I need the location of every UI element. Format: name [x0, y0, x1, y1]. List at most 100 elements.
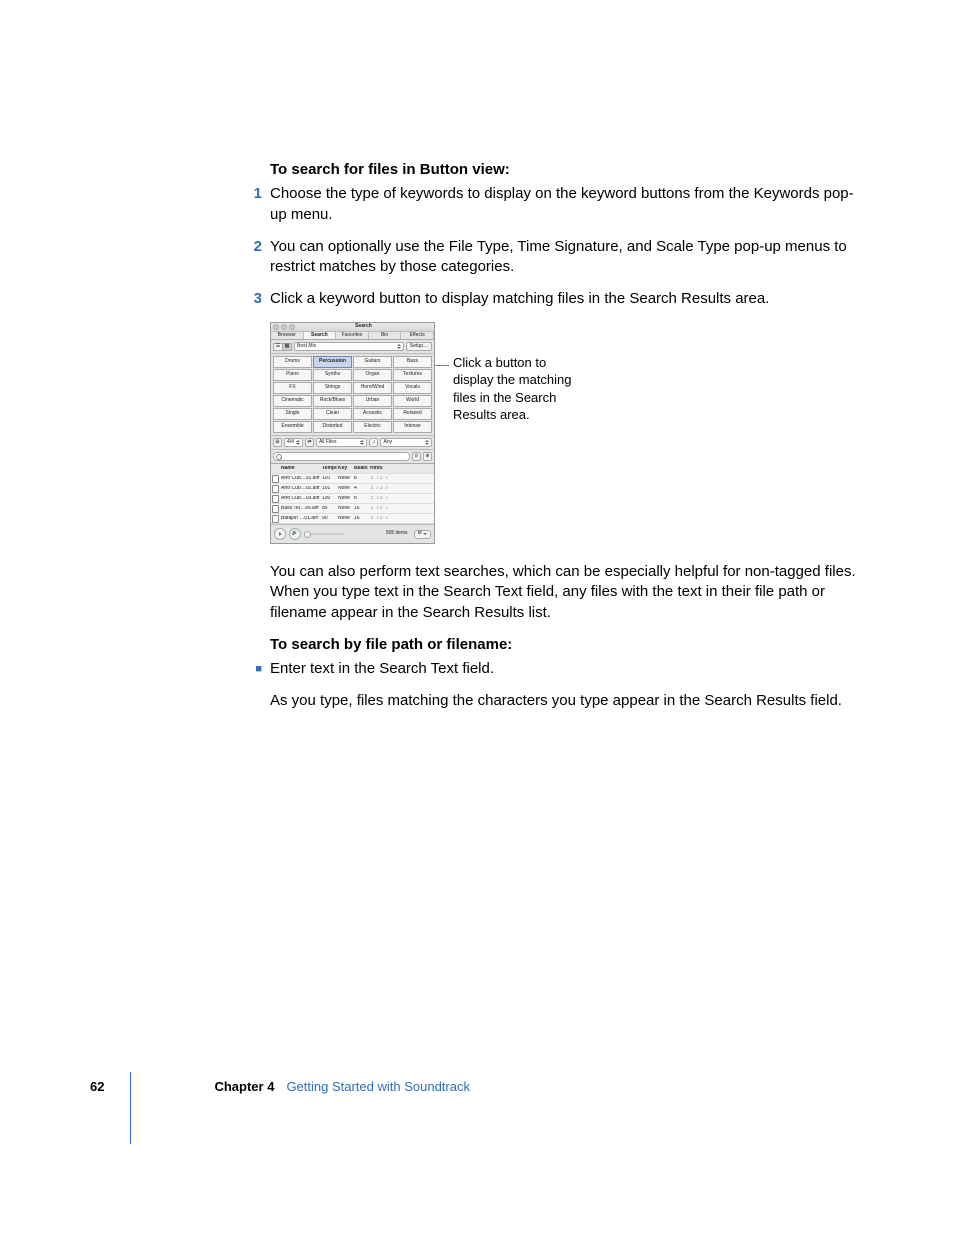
cell-key: None: [337, 486, 353, 492]
cell-key: None: [337, 506, 353, 512]
tab-row: Browser Search Favorites Bin Effects: [271, 332, 434, 341]
loop-button[interactable]: 🔊: [289, 528, 301, 540]
table-row[interactable]: Afro Cub…01.aiff110None8♫ ♪♫ ♪: [271, 474, 434, 484]
tab-favorites[interactable]: Favorites: [336, 332, 369, 340]
paragraph: You can also perform text searches, whic…: [270, 562, 858, 623]
cell-name: Afro Cub…03.aiff: [280, 496, 321, 502]
col-key[interactable]: Key: [337, 466, 353, 472]
keyword-button[interactable]: Rock/Blues: [313, 395, 352, 407]
setup-button[interactable]: Setup…: [406, 342, 432, 351]
paragraph: As you type, files matching the characte…: [270, 691, 858, 711]
step-text: Click a keyword button to display matchi…: [270, 289, 858, 309]
keyword-button[interactable]: Single: [273, 408, 312, 420]
figure-callout: Click a button to display the matching f…: [453, 354, 583, 424]
keyword-button[interactable]: Intense: [393, 421, 432, 433]
keyword-button[interactable]: Urban: [353, 395, 392, 407]
keyword-button[interactable]: Percussion: [313, 356, 352, 368]
table-row[interactable]: Afro Cub…02.aiff101None4♫ ♪♫ ♪: [271, 484, 434, 494]
keyword-button[interactable]: Piano: [273, 369, 312, 381]
table-row[interactable]: Afro Cub…03.aiff130None8♫ ♪♫ ♪: [271, 494, 434, 504]
scale-popup[interactable]: Any: [380, 438, 432, 447]
timesig-popup[interactable]: 4/4: [284, 438, 303, 447]
keyword-button[interactable]: Relaxed: [393, 408, 432, 420]
search-row: ⊙ ⊕: [271, 449, 434, 463]
cell-beats: 8: [353, 496, 369, 502]
tab-bin[interactable]: Bin: [369, 332, 402, 340]
cell-hints: ♫ ♪♫ ♪: [369, 486, 397, 492]
popup-updown-icon: [296, 440, 300, 445]
search-icon: [276, 454, 282, 460]
keywords-toolbar: ☰ ▦ Best Mix Setup…: [271, 340, 434, 354]
gear-icon: ⚙: [418, 531, 422, 537]
tab-browser[interactable]: Browser: [271, 332, 304, 340]
keyword-button[interactable]: Strings: [313, 382, 352, 394]
page-number: 62: [90, 1078, 104, 1096]
add-button[interactable]: ⊕: [423, 452, 432, 461]
col-tempo[interactable]: Tempo: [321, 466, 337, 472]
cell-tempo: 85: [321, 506, 337, 512]
keyword-button[interactable]: Distorted: [313, 421, 352, 433]
table-row[interactable]: Bass Ter…es.aiff85None16♫ ♪♫ ♪: [271, 504, 434, 514]
keyword-grid: DrumsPercussionGuitarsBass PianoSynthsOrg…: [271, 354, 434, 435]
file-icon: [271, 485, 280, 493]
file-icon: [271, 505, 280, 513]
popup-updown-icon: [360, 440, 364, 445]
col-beats[interactable]: Beats: [353, 466, 369, 472]
file-icon: [271, 495, 280, 503]
step-1: 1 Choose the type of keywords to display…: [270, 184, 858, 225]
step-text: Choose the type of keywords to display o…: [270, 184, 858, 225]
step-2: 2 You can optionally use the File Type, …: [270, 237, 858, 278]
filetype-popup[interactable]: All Files: [316, 438, 368, 447]
nearby-button[interactable]: ⊙: [412, 452, 421, 461]
section-heading-2: To search by file path or filename:: [270, 635, 858, 655]
cell-hints: ♫ ♪♫ ♪: [369, 496, 397, 502]
play-button[interactable]: [274, 528, 286, 540]
bullet-icon: ■: [244, 659, 270, 679]
keyword-button[interactable]: Drums: [273, 356, 312, 368]
chevron-down-icon: [423, 533, 427, 535]
step-3: 3 Click a keyword button to display matc…: [270, 289, 858, 309]
keyword-button[interactable]: World: [393, 395, 432, 407]
keywords-popup[interactable]: Best Mix: [294, 342, 404, 351]
keyword-button[interactable]: Clean: [313, 408, 352, 420]
keyword-button[interactable]: Textures: [393, 369, 432, 381]
match-mode-button[interactable]: ⊞: [273, 438, 282, 447]
keyword-button[interactable]: Horn/Wind: [353, 382, 392, 394]
view-toggle[interactable]: ☰ ▦: [273, 343, 292, 351]
volume-slider[interactable]: [304, 533, 344, 535]
scale-toggle[interactable]: ♪: [369, 438, 378, 447]
table-header: Name Tempo Key Beats Hints: [271, 464, 434, 474]
keyword-button[interactable]: Ensemble: [273, 421, 312, 433]
table-row[interactable]: Batajon …01.aiff90None16♫ ♪♫ ♪: [271, 514, 434, 524]
search-text-field[interactable]: [273, 452, 410, 461]
keyword-button[interactable]: Electric: [353, 421, 392, 433]
cell-beats: 8: [353, 476, 369, 482]
cell-tempo: 101: [321, 486, 337, 492]
speaker-icon: 🔊: [292, 531, 298, 537]
action-menu[interactable]: ⚙: [414, 530, 431, 539]
figure: Search Browser Search Favorites Bin Effe…: [270, 322, 858, 545]
button-view-icon[interactable]: ▦: [283, 344, 291, 350]
column-view-icon[interactable]: ☰: [274, 344, 283, 350]
popup-updown-icon: [397, 344, 401, 349]
keyword-button[interactable]: Cinematic: [273, 395, 312, 407]
keyword-button[interactable]: FX: [273, 382, 312, 394]
keyword-button[interactable]: Organ: [353, 369, 392, 381]
step-number: 1: [244, 184, 270, 225]
col-name[interactable]: Name: [280, 466, 321, 472]
keyword-button[interactable]: Synths: [313, 369, 352, 381]
filetype-toggle[interactable]: ⇄: [305, 438, 314, 447]
filetype-label: All Files: [319, 440, 337, 446]
tab-effects[interactable]: Effects: [401, 332, 434, 340]
step-number: 3: [244, 289, 270, 309]
cell-name: Afro Cub…02.aiff: [280, 486, 321, 492]
tab-search[interactable]: Search: [304, 332, 337, 340]
keyword-button[interactable]: Bass: [393, 356, 432, 368]
keyword-button[interactable]: Vocals: [393, 382, 432, 394]
cell-tempo: 90: [321, 516, 337, 522]
keyword-button[interactable]: Guitars: [353, 356, 392, 368]
keywords-popup-label: Best Mix: [297, 344, 316, 350]
keyword-button[interactable]: Acoustic: [353, 408, 392, 420]
cell-name: Batajon …01.aiff: [280, 516, 321, 522]
col-hints[interactable]: Hints: [369, 466, 397, 472]
